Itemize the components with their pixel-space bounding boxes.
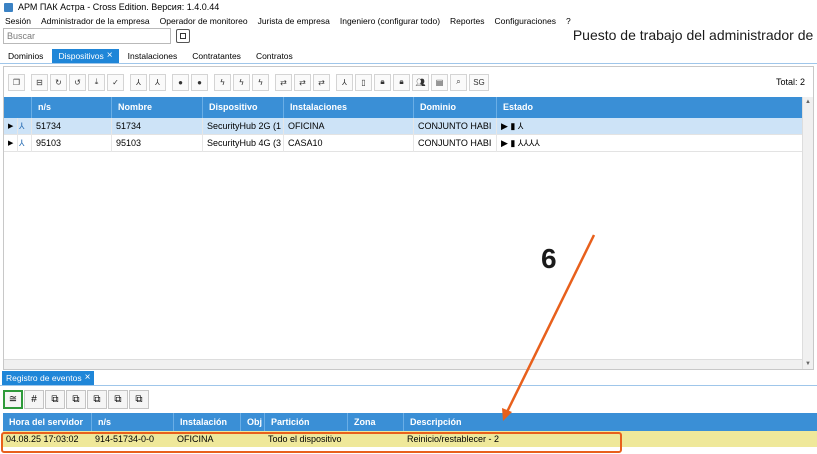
annotation-arrow — [502, 234, 596, 421]
